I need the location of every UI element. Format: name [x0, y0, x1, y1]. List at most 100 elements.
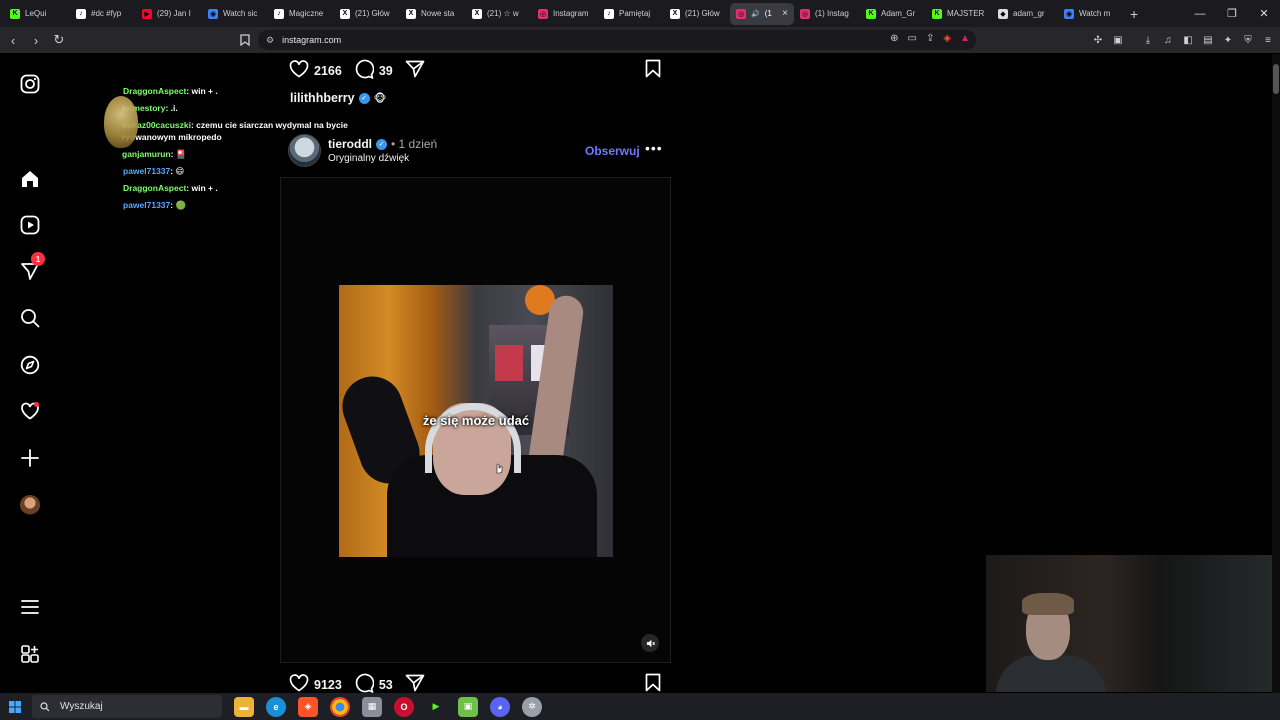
tab-label: Magiczne [289, 9, 324, 18]
taskbar-search-label: Wyszukaj [60, 701, 103, 712]
chat-username[interactable]: pawel71337 [123, 166, 170, 176]
tab-favicon-icon: ◆ [998, 8, 1008, 19]
discord-icon[interactable]: ◕ [490, 696, 510, 717]
like-icon[interactable] [289, 59, 309, 83]
comment-icon[interactable] [354, 59, 375, 84]
kick-icon[interactable]: ▶ [426, 696, 446, 717]
browser-tab[interactable]: K Adam_Gr [860, 3, 926, 25]
chat-username[interactable]: DraggonAspect [123, 86, 186, 96]
chat-text: : .i. [165, 103, 178, 113]
instagram-logo-icon[interactable] [18, 72, 42, 96]
messages-icon[interactable]: 1 [18, 252, 45, 283]
post-media[interactable]: że się może udać [280, 177, 671, 663]
file-explorer-icon[interactable]: ▬ [234, 696, 254, 717]
explore-icon[interactable] [18, 353, 42, 377]
notifications-heart-icon[interactable] [18, 399, 42, 423]
downloads-icon[interactable]: ⤓ [1142, 31, 1154, 49]
browser-tab[interactable]: ♪ Pamiętaj [598, 3, 664, 25]
chat-text: : 🟢 [170, 200, 187, 210]
restore-icon[interactable]: ❐ [1216, 0, 1248, 27]
chat-username[interactable]: pawel71337 [123, 200, 170, 210]
page-scrollbar[interactable] [1272, 54, 1280, 694]
zoom-icon[interactable]: ⊕ [890, 33, 898, 44]
create-plus-icon[interactable] [18, 446, 42, 470]
chat-text: : 😄 [170, 166, 185, 176]
brave-icon[interactable]: ◈ [298, 696, 318, 717]
bookmark-icon[interactable] [235, 30, 255, 50]
browser-tab[interactable]: X Nowe sta [400, 3, 466, 25]
chat-message: pawel71337: 🟢 [108, 200, 378, 211]
browser-tab[interactable]: ♪ Magiczne [268, 3, 334, 25]
vpn-icon[interactable]: ⛨ [1242, 31, 1254, 49]
more-menu-icon[interactable] [18, 595, 42, 619]
browser-tab[interactable]: ♪ #dc #fyp [70, 3, 136, 25]
tab-label: (21) Głów [355, 9, 390, 18]
share-post-icon[interactable] [405, 60, 425, 83]
app-icon[interactable]: ✲ [522, 696, 542, 717]
ai-icon[interactable]: ✦ [1222, 31, 1234, 49]
webcam-overlay [986, 555, 1280, 692]
tab-audio-icon[interactable]: 🔊 [751, 10, 760, 18]
reels-icon[interactable] [18, 213, 42, 237]
app-icon[interactable]: ▣ [458, 696, 478, 717]
browser-tab[interactable]: K MAJSTER [926, 3, 992, 25]
hand-cursor-icon [496, 463, 503, 474]
app-icon[interactable]: ▦ [362, 696, 382, 717]
chat-username[interactable]: DraggonAspect [123, 183, 186, 193]
opera-icon[interactable]: O [394, 696, 414, 717]
new-tab-button[interactable]: + [1130, 6, 1138, 22]
close-window-icon[interactable]: ✕ [1248, 0, 1280, 27]
site-settings-icon[interactable]: ⚙ [266, 35, 274, 46]
brave-shield-icon[interactable]: ◈ [943, 33, 951, 44]
scrollbar-thumb[interactable] [1273, 64, 1279, 94]
edge-icon[interactable]: e [266, 696, 286, 717]
browser-tab[interactable]: X (21) Głów [664, 3, 730, 25]
home-icon[interactable] [18, 167, 42, 191]
extensions-icon[interactable]: ✣ [1092, 31, 1104, 49]
browser-tab[interactable]: ◎ Instagram [532, 3, 598, 25]
browser-tab[interactable]: ◉ Watch m [1058, 3, 1124, 25]
mute-icon[interactable] [641, 634, 659, 652]
browser-tab[interactable]: ◎ (1) Instag [794, 3, 860, 25]
search-icon [40, 701, 50, 711]
reload-icon[interactable]: ↻ [49, 30, 69, 50]
media-icon[interactable]: ♫ [1162, 31, 1174, 49]
also-from-meta-icon[interactable] [18, 642, 42, 666]
browser-tab[interactable]: ◉ Watch sic [202, 3, 268, 25]
browser-tab[interactable]: X (21) ☆ w [466, 3, 532, 25]
chat-text: rydwanowym mikropedo [122, 132, 222, 142]
cast-icon[interactable]: ▭ [908, 33, 917, 44]
chrome-icon[interactable] [330, 696, 350, 717]
taskbar-search[interactable]: Wyszukaj [32, 695, 222, 718]
post-time: • 1 dzień [391, 137, 438, 151]
more-options-icon[interactable]: ••• [645, 140, 663, 156]
minimize-icon[interactable]: — [1184, 0, 1216, 27]
share-icon[interactable]: ⇪ [926, 33, 934, 44]
forward-icon[interactable]: › [26, 30, 46, 50]
follow-button[interactable]: Obserwuj [585, 144, 640, 158]
brave-rewards-icon[interactable]: ▲ [960, 33, 970, 44]
search-icon[interactable] [18, 306, 42, 330]
browser-tab[interactable]: ◎ 🔊 (1 × [730, 2, 794, 25]
tab-label: adam_gr [1013, 9, 1045, 18]
reel-video[interactable]: że się może udać [339, 285, 613, 557]
tab-favicon-icon: X [472, 8, 482, 19]
browser-tab[interactable]: K LeQui [4, 3, 70, 25]
wallet-icon[interactable]: ▣ [1112, 31, 1124, 49]
back-icon[interactable]: ‹ [3, 30, 23, 50]
browser-tab[interactable]: ▶ (29) Jan I [136, 3, 202, 25]
tab-favicon-icon: K [10, 8, 20, 19]
tab-close-icon[interactable]: × [782, 8, 788, 19]
chat-username[interactable]: ganjamurun [122, 149, 171, 159]
sidebar-icon[interactable]: ◧ [1182, 31, 1194, 49]
profile-avatar[interactable] [18, 493, 42, 517]
menu-icon[interactable]: ≡ [1262, 31, 1274, 49]
save-icon[interactable] [645, 59, 661, 83]
browser-tab[interactable]: ◆ adam_gr [992, 3, 1058, 25]
browser-tab[interactable]: X (21) Głów [334, 3, 400, 25]
wallet2-icon[interactable]: ▤ [1202, 31, 1214, 49]
tab-favicon-icon: ♪ [76, 8, 86, 19]
address-bar[interactable]: ⚙ instagram.com ⊕ ▭ ⇪ ◈ ▲ [258, 30, 976, 50]
windows-start-icon[interactable] [0, 693, 30, 720]
tab-favicon-icon: ◎ [538, 8, 548, 19]
